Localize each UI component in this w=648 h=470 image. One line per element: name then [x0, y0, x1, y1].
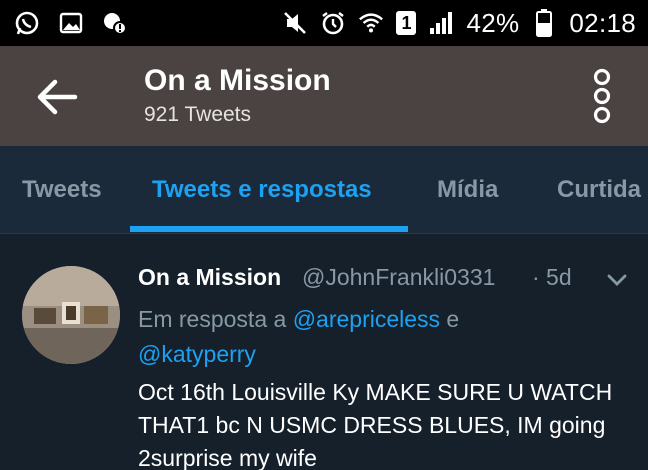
profile-tabs: Tweets Tweets e respostas Mídia Curtida	[0, 146, 648, 234]
alarm-icon	[320, 10, 346, 36]
reply-context: Em resposta a @arepriceless e	[138, 306, 459, 333]
mute-icon	[282, 10, 308, 36]
battery-percent: 42%	[466, 7, 520, 38]
tab-media[interactable]: Mídia	[437, 176, 498, 204]
tweet-timestamp: · 5d	[532, 264, 572, 290]
tweet-count: 921 Tweets	[144, 103, 252, 126]
status-bar-left	[14, 10, 128, 36]
tweet-text: Oct 16th Louisville Ky MAKE SURE U WATCH…	[138, 379, 613, 470]
clock: 02:18	[569, 7, 636, 38]
chevron-down-icon	[607, 274, 627, 286]
profile-header: On a Mission 921 Tweets	[0, 46, 648, 146]
battery-icon	[531, 9, 557, 37]
reply-prefix: Em resposta a	[138, 306, 293, 332]
status-bar: 1 42% 02:18	[0, 0, 648, 46]
gallery-icon	[58, 10, 84, 36]
wifi-icon	[358, 10, 384, 36]
tweet-item[interactable]: On a Mission @JohnFrankli0331 · 5d Em re…	[0, 236, 648, 470]
tweet-author-name[interactable]: On a Mission	[138, 264, 281, 291]
more-options-button[interactable]	[584, 66, 620, 126]
whatsapp-icon	[14, 10, 40, 36]
tweet-menu-button[interactable]	[604, 270, 630, 290]
tab-tweets[interactable]: Tweets	[22, 176, 102, 204]
page-title: On a Mission	[144, 64, 331, 97]
signal-icon	[428, 10, 454, 36]
back-button[interactable]	[30, 70, 84, 124]
tab-likes[interactable]: Curtida	[557, 176, 641, 204]
status-bar-right: 1 42% 02:18	[282, 6, 636, 40]
sim-icon: 1	[396, 11, 417, 35]
app-notification-icon	[102, 10, 128, 36]
active-tab-indicator	[130, 226, 408, 232]
tweet-author-handle[interactable]: @JohnFrankli0331	[302, 264, 495, 291]
reply-join: e	[440, 306, 460, 332]
reply-mention-link-2[interactable]: @katyperry	[138, 341, 256, 368]
avatar[interactable]	[22, 266, 120, 364]
more-vertical-icon	[593, 68, 611, 124]
tab-tweets-and-replies[interactable]: Tweets e respostas	[152, 176, 372, 204]
reply-mention-link[interactable]: @arepriceless	[293, 306, 440, 332]
arrow-left-icon	[37, 79, 78, 115]
